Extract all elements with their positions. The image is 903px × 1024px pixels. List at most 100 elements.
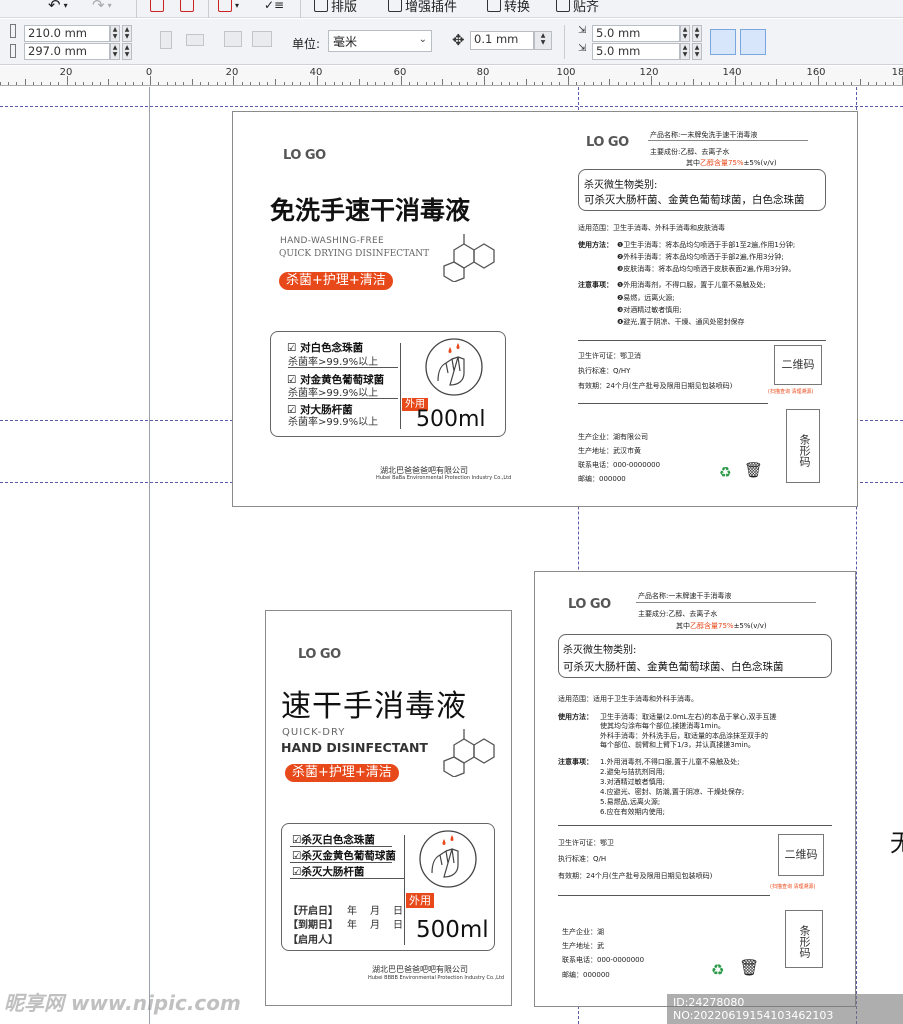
notes-line-4: ❹避光,置于阴凉、干燥、通风处密封保存 — [617, 318, 745, 326]
ruler-tick — [259, 82, 260, 85]
divider — [290, 846, 392, 847]
ruler-tick — [768, 82, 769, 85]
phone: 联系电话：000-0000000 — [578, 461, 661, 469]
ruler-tick — [551, 82, 552, 85]
qr-note: (扫描查询 清理溯源) — [770, 884, 816, 890]
ruler-tick — [8, 82, 9, 85]
ruler-tick — [175, 82, 176, 85]
export-icon — [180, 0, 194, 12]
ruler-tick — [58, 82, 59, 85]
ruler-tick — [67, 76, 68, 85]
ruler-tick — [117, 82, 118, 85]
publish-icon — [218, 0, 232, 12]
landscape-button[interactable] — [186, 34, 204, 46]
horizontal-ruler[interactable]: 20 0 20 40 60 80 100 120 140 160 18 — [0, 66, 903, 86]
duplicate-x-stepper[interactable]: ▲ ▼ — [692, 25, 702, 42]
claim-2-rate: 杀菌率>99.9%以上 — [288, 388, 379, 399]
ruler-tick — [317, 76, 318, 85]
drawing-canvas[interactable]: LO GO 免洗手速干消毒液 HAND-WASHING-FREE QUICK D… — [0, 87, 903, 1024]
duplicate-x-spinner[interactable]: ▲ ▼ — [680, 25, 690, 42]
claim-1: ☑杀灭白色念珠菌 — [292, 834, 375, 846]
notes-line-6: 6.应在有效期内使用; — [600, 808, 666, 816]
standard-toolbar: ↶ ▾ ↷ ▾ ▾ ✓≡ 排版 增强插件 转换 贴齐 — [0, 0, 903, 18]
ruler-tick — [776, 79, 777, 85]
address: 生产地址：武 — [562, 942, 604, 950]
undo-button[interactable]: ↶ ▾ — [48, 0, 68, 16]
ruler-tick — [183, 82, 184, 85]
duplicate-x-icon: ⇲ — [578, 25, 587, 36]
treat-as-filled-toggle[interactable] — [710, 29, 736, 55]
watermark-brand: 昵享网 www.nipic.com — [4, 991, 241, 1015]
menu-enhance-plugin[interactable]: 增强插件 — [388, 0, 457, 16]
exec-standard: 执行标准：Q/HY — [578, 367, 631, 375]
page-height-field[interactable]: 297.0 mm — [24, 43, 110, 60]
ruler-tick — [517, 82, 518, 85]
ruler-tick — [417, 82, 418, 85]
molecule-icon — [443, 729, 495, 777]
ruler-label: 0 — [145, 67, 153, 78]
page-height-stepper[interactable]: ▲ ▼ — [122, 43, 132, 60]
ruler-tick — [242, 82, 243, 85]
page-width-stepper[interactable]: ▲ ▼ — [122, 25, 132, 42]
property-bar: 210.0 mm ▲ ▼ ▲ ▼ 297.0 mm ▲ ▼ ▲ ▼ 单位: 毫米 ⌄ ✥… — [0, 19, 903, 65]
page-width-spinner[interactable]: ▲ ▼ — [110, 25, 120, 42]
ruler-tick — [325, 82, 326, 85]
duplicate-y-field[interactable]: 5.0 mm — [592, 43, 680, 60]
guideline-h1[interactable] — [0, 106, 903, 107]
menu-snap[interactable]: 贴齐 — [556, 0, 599, 16]
divider — [578, 340, 826, 341]
page-width-field[interactable]: 210.0 mm — [24, 25, 110, 42]
ruler-tick — [851, 82, 852, 85]
export-button[interactable] — [180, 0, 194, 16]
width-icon — [10, 24, 16, 38]
ruler-tick — [33, 82, 34, 85]
ruler-tick — [634, 82, 635, 85]
ruler-tick — [835, 82, 836, 85]
ruler-tick — [367, 82, 368, 85]
nudge-spinner[interactable]: ▲ ▼ — [534, 31, 552, 50]
menu-layout[interactable]: 排版 — [314, 0, 357, 16]
convert-icon — [487, 0, 501, 12]
claim-3: ☑杀灭大肠杆菌 — [292, 866, 365, 878]
ruler-tick — [584, 82, 585, 85]
ruler-tick — [426, 82, 427, 85]
ruler-tick — [100, 82, 101, 85]
draw-bounding-toggle[interactable] — [740, 29, 766, 55]
page-height-spinner[interactable]: ▲ ▼ — [110, 43, 120, 60]
offpage-text[interactable]: 无 — [890, 823, 903, 858]
ruler-tick — [334, 82, 335, 85]
expiry-date-label: 【到期日】 — [288, 920, 338, 931]
current-page-button[interactable] — [252, 31, 272, 47]
usage-heading: 使用方法： — [558, 713, 593, 721]
duplicate-x-field[interactable]: 5.0 mm — [592, 25, 680, 42]
divider — [558, 825, 832, 826]
english-subtitle-2: QUICK DRYING DISINFECTANT — [279, 249, 430, 259]
ruler-tick — [693, 79, 694, 85]
open-date-label: 【开启日】 — [288, 906, 338, 917]
english-subtitle-1: QUICK-DRY — [282, 727, 346, 738]
ruler-tick — [0, 82, 1, 85]
plugin-icon — [388, 0, 402, 12]
ruler-tick — [751, 82, 752, 85]
watermark-id: ID:24278080 NO:20220619154103462103 — [667, 994, 903, 1024]
ruler-tick — [267, 82, 268, 85]
ruler-tick — [150, 76, 151, 85]
duplicate-y-spinner[interactable]: ▲ ▼ — [680, 43, 690, 60]
all-pages-button[interactable] — [224, 31, 242, 47]
ruler-tick — [484, 76, 485, 85]
unit-select[interactable]: 毫米 ⌄ — [328, 30, 432, 52]
portrait-button[interactable] — [160, 31, 172, 49]
publish-button[interactable]: ▾ — [218, 0, 239, 16]
ruler-tick — [142, 82, 143, 85]
redo-button[interactable]: ↷ ▾ — [92, 0, 112, 16]
ruler-label: 20 — [225, 67, 239, 78]
nudge-distance-field[interactable]: 0.1 mm — [470, 31, 534, 50]
ruler-label: 100 — [556, 67, 576, 78]
menu-convert[interactable]: 转换 — [487, 0, 530, 16]
phone: 联系电话：000-0000000 — [562, 956, 645, 964]
duplicate-y-stepper[interactable]: ▲ ▼ — [692, 43, 702, 60]
ruler-label: 60 — [393, 67, 407, 78]
import-button[interactable] — [150, 0, 164, 16]
checklist-button[interactable]: ✓≡ — [264, 0, 284, 16]
volume: 500ml — [416, 407, 486, 432]
